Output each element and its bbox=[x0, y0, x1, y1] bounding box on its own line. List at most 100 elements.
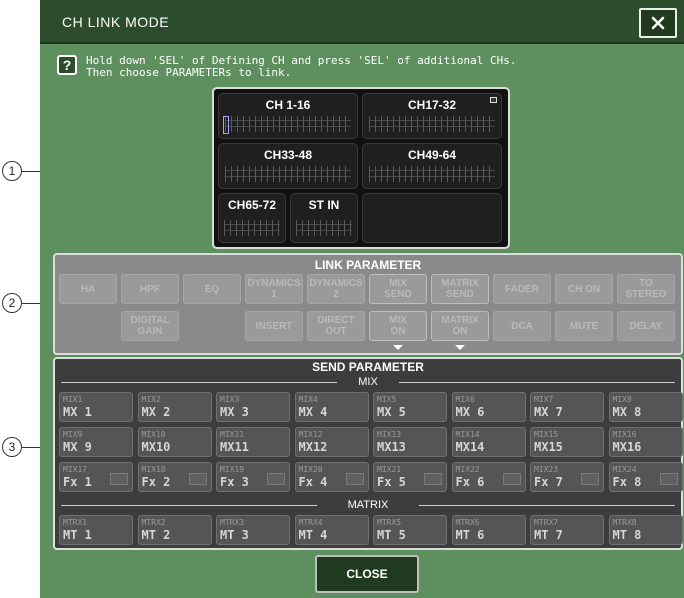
link-param-eq[interactable]: EQ bbox=[183, 274, 241, 304]
mix-send-button[interactable]: MIX7 MX 7 bbox=[530, 392, 604, 422]
mix-send-bus-name: MIX15 bbox=[534, 430, 559, 439]
matrix-send-button[interactable]: MTRX7 MT 7 bbox=[530, 515, 604, 545]
link-param-delay[interactable]: DELAY bbox=[617, 311, 675, 341]
channel-group-label: CH 1-16 bbox=[265, 98, 311, 112]
fader-strip bbox=[225, 166, 351, 182]
dialog-title: CH LINK MODE bbox=[62, 14, 170, 30]
mix-send-short-name: Fx 5 bbox=[377, 475, 406, 489]
mix-send-button[interactable]: MIX5 MX 5 bbox=[373, 392, 447, 422]
mix-send-short-name: MX 2 bbox=[141, 405, 171, 419]
mix-send-button[interactable]: MIX23 Fx 7 bbox=[530, 462, 604, 492]
mix-send-button[interactable]: MIX3 MX 3 bbox=[216, 392, 290, 422]
matrix-on-down-arrow-icon bbox=[455, 345, 465, 350]
link-param-mute[interactable]: MUTE bbox=[555, 311, 613, 341]
link-param-mix-on[interactable]: MIX ON bbox=[369, 311, 427, 341]
mix-send-bus-name: MIX5 bbox=[377, 395, 397, 404]
matrix-send-button[interactable]: MTRX8 MT 8 bbox=[608, 515, 683, 545]
mix-send-button[interactable]: MIX6 MX 6 bbox=[451, 392, 526, 422]
link-param-fader[interactable]: FADER bbox=[493, 274, 551, 304]
mix-send-short-name: MX 9 bbox=[63, 440, 92, 454]
mix-send-short-name: MX 6 bbox=[455, 405, 485, 419]
mix-send-button[interactable]: MIX9 MX 9 bbox=[59, 427, 133, 457]
mix-send-button[interactable]: MIX21 Fx 5 bbox=[373, 462, 447, 492]
matrix-send-button[interactable]: MTRX2 MT 2 bbox=[137, 515, 212, 545]
mix-send-button[interactable]: MIX15 MX15 bbox=[530, 427, 604, 457]
mix-send-button[interactable]: MIX10 MX10 bbox=[137, 427, 212, 457]
link-param-insert[interactable]: INSERT bbox=[245, 311, 303, 341]
matrix-send-short-name: MT 3 bbox=[220, 528, 249, 542]
mix-send-button[interactable]: MIX17 Fx 1 bbox=[59, 462, 133, 492]
mix-send-button[interactable]: MIX1 MX 1 bbox=[59, 392, 133, 422]
mix-send-short-name: Fx 4 bbox=[298, 475, 328, 489]
link-param-dca[interactable]: DCA bbox=[493, 311, 551, 341]
mix-send-button[interactable]: MIX8 MX 8 bbox=[608, 392, 683, 422]
channel-group-st-in[interactable]: ST IN bbox=[290, 193, 358, 243]
channel-group-ch49-64[interactable]: CH49-64 bbox=[362, 143, 502, 189]
mix-send-short-name: MX16 bbox=[612, 440, 642, 454]
link-parameter-title: LINK PARAMETER bbox=[314, 258, 422, 272]
mix-send-bus-name: MIX17 bbox=[63, 465, 88, 474]
mix-send-bus-name: MIX7 bbox=[534, 395, 554, 404]
mix-send-button[interactable]: MIX24 Fx 8 bbox=[608, 462, 683, 492]
mix-send-bus-name: MIX23 bbox=[534, 465, 559, 474]
send-parameter-section: SEND PARAMETER MIX MIX1 MX 1 MIX2 MX 2 MIX3 M… bbox=[53, 357, 683, 550]
fader-strip bbox=[225, 116, 351, 132]
channel-group-ch33-48[interactable]: CH33-48 bbox=[218, 143, 358, 189]
matrix-send-button[interactable]: MTRX4 MT 4 bbox=[294, 515, 369, 545]
link-param-matrix-send[interactable]: MATRIX SEND bbox=[431, 274, 489, 304]
mix-send-button[interactable]: MIX20 Fx 4 bbox=[294, 462, 369, 492]
stereo-icon bbox=[659, 473, 678, 485]
channel-group-ch65-72[interactable]: CH65-72 bbox=[218, 193, 286, 243]
mix-send-bus-name: MIX2 bbox=[141, 395, 161, 404]
matrix-send-bus-name: MTRX2 bbox=[141, 518, 166, 527]
matrix-send-button[interactable]: MTRX1 MT 1 bbox=[59, 515, 133, 545]
link-param-digital-gain[interactable]: DIGITAL GAIN bbox=[121, 311, 179, 341]
link-param-ch-on[interactable]: CH ON bbox=[555, 274, 613, 304]
help-icon: ? bbox=[57, 55, 77, 75]
link-param-direct-out[interactable]: DIRECT OUT bbox=[307, 311, 365, 341]
channel-group-ch17-32[interactable]: CH17-32 bbox=[362, 93, 502, 139]
matrix-send-button[interactable]: MTRX5 MT 5 bbox=[373, 515, 447, 545]
matrix-send-bus-name: MTRX4 bbox=[298, 518, 323, 527]
mix-send-button[interactable]: MIX22 Fx 6 bbox=[451, 462, 526, 492]
link-param-dynamics1[interactable]: DYNAMICS 1 bbox=[245, 274, 303, 304]
matrix-send-button[interactable]: MTRX6 MT 6 bbox=[451, 515, 526, 545]
matrix-send-button[interactable]: MTRX3 MT 3 bbox=[216, 515, 290, 545]
link-param-matrix-on[interactable]: MATRIX ON bbox=[431, 311, 489, 341]
mix-send-short-name: MX 5 bbox=[377, 405, 406, 419]
mix-send-short-name: MX 7 bbox=[534, 405, 563, 419]
link-param-to-stereo[interactable]: TO STEREO bbox=[617, 274, 675, 304]
mix-send-short-name: Fx 1 bbox=[63, 475, 92, 489]
mix-send-bus-name: MIX19 bbox=[220, 465, 245, 474]
link-param-ha[interactable]: HA bbox=[59, 274, 117, 304]
close-x-button[interactable] bbox=[639, 8, 677, 38]
mix-send-button[interactable]: MIX19 Fx 3 bbox=[216, 462, 290, 492]
mix-send-button[interactable]: MIX18 Fx 2 bbox=[137, 462, 212, 492]
mix-send-bus-name: MIX4 bbox=[298, 395, 318, 404]
mix-send-bus-name: MIX13 bbox=[377, 430, 402, 439]
mix-send-button[interactable]: MIX14 MX14 bbox=[451, 427, 526, 457]
close-button[interactable]: CLOSE bbox=[315, 555, 419, 593]
title-bar: CH LINK MODE bbox=[40, 0, 684, 44]
mix-send-button[interactable]: MIX11 MX11 bbox=[216, 427, 290, 457]
mix-send-short-name: Fx 2 bbox=[141, 475, 171, 489]
mix-send-button[interactable]: MIX16 MX16 bbox=[608, 427, 683, 457]
mix-send-short-name: MX11 bbox=[220, 440, 249, 454]
mix-send-short-name: MX 4 bbox=[298, 405, 328, 419]
link-param-dynamics2[interactable]: DYNAMICS 2 bbox=[307, 274, 365, 304]
matrix-send-short-name: MT 5 bbox=[377, 528, 406, 542]
mix-send-short-name: MX 8 bbox=[612, 405, 642, 419]
channel-group-ch1-16[interactable]: CH 1-16 bbox=[218, 93, 358, 139]
mix-send-button[interactable]: MIX4 MX 4 bbox=[294, 392, 369, 422]
window-icon bbox=[490, 97, 497, 103]
selected-channel-marker bbox=[223, 116, 229, 134]
mix-send-bus-name: MIX14 bbox=[455, 430, 480, 439]
mix-send-button[interactable]: MIX13 MX13 bbox=[373, 427, 447, 457]
mix-send-button[interactable]: MIX2 MX 2 bbox=[137, 392, 212, 422]
channel-group-label: ST IN bbox=[308, 198, 340, 212]
mix-send-short-name: Fx 7 bbox=[534, 475, 563, 489]
link-param-hpf[interactable]: HPF bbox=[121, 274, 179, 304]
link-param-mix-send[interactable]: MIX SEND bbox=[369, 274, 427, 304]
matrix-send-short-name: MT 4 bbox=[298, 528, 328, 542]
mix-send-button[interactable]: MIX12 MX12 bbox=[294, 427, 369, 457]
